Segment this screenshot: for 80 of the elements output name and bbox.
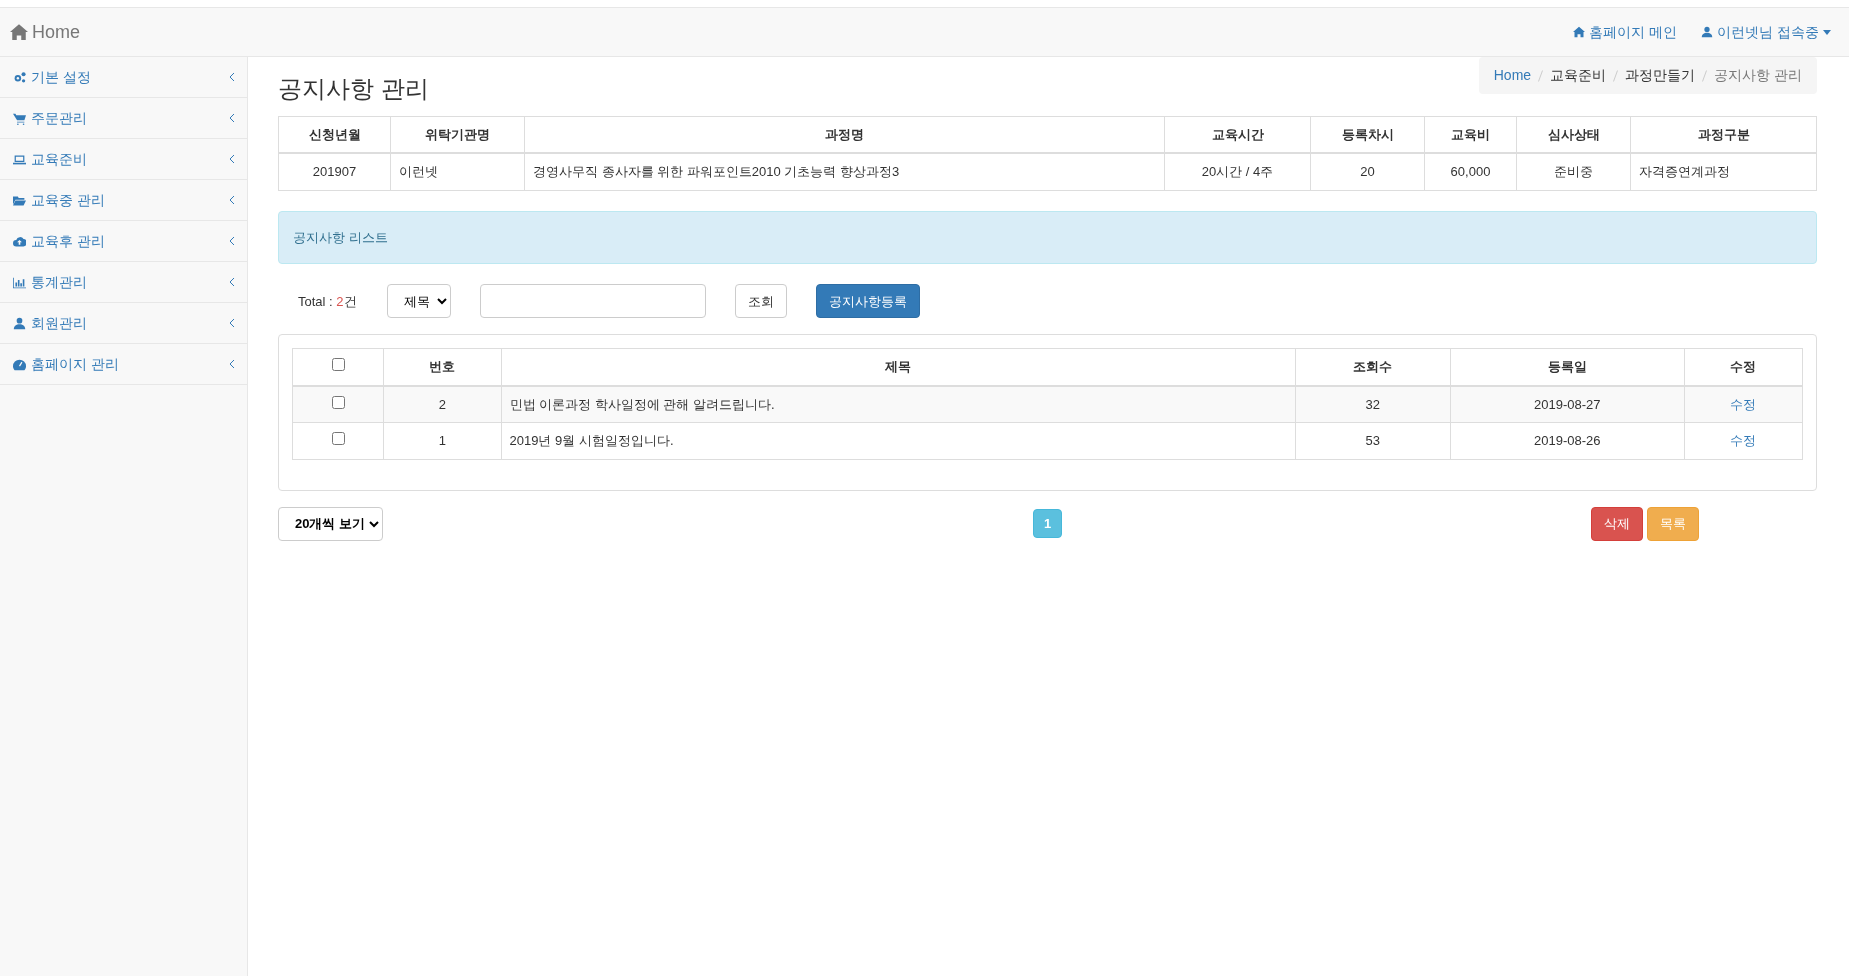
table-cell: 2 [383, 385, 502, 423]
row-checkbox[interactable] [331, 432, 345, 446]
register-notice-button[interactable]: 공지사항등록 [815, 284, 920, 319]
search-type-select[interactable]: 제목 [386, 284, 451, 319]
home-link[interactable]: Home [10, 18, 80, 46]
folder-icon [13, 193, 26, 207]
home-icon [1573, 26, 1586, 38]
column-header: 조회수 [1295, 348, 1451, 386]
column-header: 과정명 [524, 116, 1165, 154]
search-button[interactable]: 조회 [734, 284, 787, 319]
list-heading: 공지사항 리스트 [278, 210, 1817, 265]
table-cell: 2019-08-26 [1450, 422, 1685, 460]
page-title: 공지사항 관리 [278, 75, 429, 104]
column-header: 신청년월 [278, 116, 391, 154]
breadcrumb-item: 공지사항 관리 [1714, 66, 1802, 85]
slash-separator-icon [1702, 69, 1708, 82]
table-cell: 이런넷 [390, 153, 525, 191]
page-size-select[interactable]: 20개씩 보기 [278, 506, 383, 541]
total-count-text: Total : 2건 [298, 292, 357, 311]
column-header: 등록차시 [1310, 116, 1425, 154]
cart-icon [13, 111, 26, 125]
row-checkbox[interactable] [331, 395, 345, 409]
column-header: 등록일 [1450, 348, 1685, 386]
breadcrumb-link[interactable]: Home [1493, 65, 1532, 86]
user-icon [13, 316, 26, 330]
chevron-left-icon [230, 73, 235, 81]
laptop-icon [13, 152, 26, 166]
table-cell: 경영사무직 종사자를 위한 파워포인트2010 기초능력 향상과정3 [524, 153, 1165, 191]
column-header: 위탁기관명 [390, 116, 525, 154]
column-header: 수정 [1684, 348, 1803, 386]
breadcrumb-item: 과정만들기 [1625, 66, 1696, 85]
chevron-left-icon [230, 196, 235, 204]
column-header: 과정구분 [1630, 116, 1817, 154]
home-icon [10, 23, 28, 41]
chevron-left-icon [230, 319, 235, 327]
table-cell: 준비중 [1516, 153, 1631, 191]
cloud-upload-icon [13, 234, 26, 248]
sidebar-item[interactable]: 교육중 관리 [0, 180, 247, 221]
search-field[interactable] [479, 284, 706, 319]
slash-separator-icon [1613, 69, 1619, 82]
column-header: 교육시간 [1164, 116, 1311, 154]
sidebar-item[interactable]: 회원관리 [0, 303, 247, 344]
table-cell: 53 [1295, 422, 1451, 460]
chevron-left-icon [230, 155, 235, 163]
chevron-left-icon [230, 237, 235, 245]
table-cell: 201907 [278, 153, 391, 191]
sidebar-item[interactable]: 교육후 관리 [0, 221, 247, 262]
column-header: 심사상태 [1516, 116, 1631, 154]
table-cell: 민법 이론과정 학사일정에 관해 알려드립니다. [501, 385, 1296, 423]
bar-chart-icon [13, 275, 26, 289]
column-header: 번호 [383, 348, 502, 386]
slash-separator-icon [1538, 69, 1544, 82]
sidebar-item[interactable]: 통계관리 [0, 262, 247, 303]
sidebar-item[interactable]: 교육준비 [0, 139, 247, 180]
chevron-left-icon [230, 360, 235, 368]
breadcrumb-item: 교육준비 [1550, 66, 1607, 85]
chevron-left-icon [230, 114, 235, 122]
user-menu-link[interactable]: 이런넷님 접속중 [1701, 21, 1831, 43]
delete-button[interactable]: 삭제 [1591, 506, 1643, 541]
user-icon [1701, 26, 1714, 38]
gauge-icon [13, 357, 26, 371]
table-cell: 1 [383, 422, 502, 460]
chevron-left-icon [230, 278, 235, 286]
column-header: 교육비 [1424, 116, 1517, 154]
sidebar-item[interactable]: 홈페이지 관리 [0, 344, 247, 385]
table-cell: 60,000 [1424, 153, 1517, 191]
homepage-link[interactable]: 홈페이지 메인 [1573, 21, 1678, 43]
table-cell: 20시간 / 4주 [1164, 153, 1311, 191]
table-cell: 2019년 9월 시험일정입니다. [501, 422, 1296, 460]
edit-link[interactable]: 수정 [1730, 396, 1757, 412]
gears-icon [13, 70, 26, 84]
table-cell: 2019-08-27 [1450, 385, 1685, 423]
edit-link[interactable]: 수정 [1730, 433, 1757, 449]
column-header: 제목 [501, 348, 1296, 386]
table-cell: 32 [1295, 385, 1451, 423]
sidebar-item[interactable]: 기본 설정 [0, 57, 247, 98]
table-cell: 자격증연계과정 [1630, 153, 1817, 191]
select-all-checkbox[interactable] [331, 358, 345, 372]
sidebar-item[interactable]: 주문관리 [0, 98, 247, 139]
table-cell: 20 [1310, 153, 1425, 191]
